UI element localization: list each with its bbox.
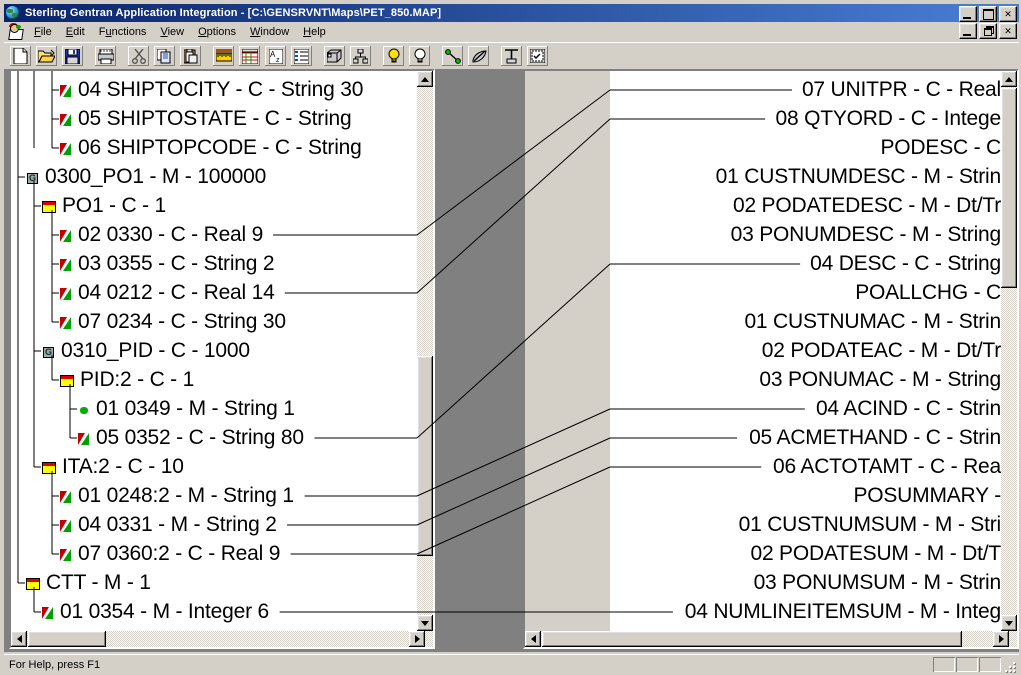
lightbulb-on-icon[interactable] [381, 44, 406, 68]
status-pane-2 [956, 657, 978, 672]
status-pane-1 [933, 657, 955, 672]
target-vscroll-thumb[interactable] [1001, 88, 1017, 288]
globe-icon [6, 6, 22, 20]
mdi-document-icon[interactable] [7, 22, 25, 40]
target-vscroll-down-button[interactable] [1001, 615, 1017, 631]
menu-window[interactable]: Window [243, 24, 296, 40]
source-vscrollbar[interactable] [417, 71, 433, 631]
application-window: Sterling Gentran Application Integration… [0, 0, 1021, 675]
toolbar: Az [4, 42, 1019, 69]
title-bar: Sterling Gentran Application Integration… [4, 4, 1019, 22]
target-vscrollbar[interactable] [1001, 71, 1017, 631]
menu-bar: File Edit Functions View Options Window … [4, 22, 1019, 41]
sort-az-icon[interactable]: Az [263, 44, 288, 68]
grid-icon[interactable] [237, 44, 262, 68]
mdi-restore-button[interactable] [979, 23, 997, 39]
source-hscroll-right-button[interactable] [409, 631, 425, 647]
close-button[interactable]: ✕ [999, 6, 1017, 22]
menu-view[interactable]: View [153, 24, 191, 40]
status-pane-3 [979, 657, 1001, 672]
ruler-icon[interactable] [211, 44, 236, 68]
status-indicator-panes [933, 657, 1001, 672]
save-disk-icon[interactable] [60, 44, 85, 68]
source-hscroll-thumb[interactable] [28, 631, 106, 647]
new-icon[interactable] [8, 44, 33, 68]
lightbulb-off-icon[interactable] [407, 44, 432, 68]
mdi-client-area: 04 SHIPTOCITY - C - String 30 05 SHIPTOST… [4, 69, 1019, 652]
source-vscroll-up-button[interactable] [417, 71, 433, 87]
unlink-icon[interactable] [466, 44, 491, 68]
source-hscrollbar[interactable] [11, 631, 433, 647]
window-controls: ✕ [959, 6, 1017, 22]
mdi-minimize-button[interactable] [959, 23, 977, 39]
source-vscroll-thumb[interactable] [417, 356, 433, 556]
copy-icon[interactable] [152, 44, 177, 68]
print-icon[interactable] [93, 44, 118, 68]
link-nodes-icon[interactable] [440, 44, 465, 68]
paste-clipboard-icon[interactable] [178, 44, 203, 68]
database-icon[interactable] [322, 44, 347, 68]
target-link-stubs [610, 89, 805, 613]
target-hscroll-thumb[interactable] [542, 631, 962, 647]
status-bar: For Help, press F1 [4, 654, 1019, 675]
menu-help[interactable]: Help [296, 24, 333, 40]
source-link-stubs [273, 234, 417, 613]
target-pane: 07 UNITPR - C - Real 08 QTYORD - C - Inte… [523, 69, 1019, 649]
menu-functions[interactable]: Functions [92, 24, 154, 40]
source-tree[interactable]: 04 SHIPTOCITY - C - String 30 05 SHIPTOST… [11, 71, 417, 631]
resize-grip[interactable] [1003, 660, 1017, 674]
list-details-icon[interactable] [289, 44, 314, 68]
source-hscroll-left-button[interactable] [11, 631, 27, 647]
source-vscroll-down-button[interactable] [417, 615, 433, 631]
window-title: Sterling Gentran Application Integration… [25, 7, 442, 19]
target-hscrollbar[interactable] [525, 631, 1017, 647]
target-hscroll-left-button[interactable] [525, 631, 541, 647]
hierarchy-icon[interactable] [348, 44, 373, 68]
mdi-child-window-controls: ✕ [959, 23, 1017, 39]
source-pane: 04 SHIPTOCITY - C - String 30 05 SHIPTOST… [9, 69, 435, 649]
target-tree[interactable]: 07 UNITPR - C - Real 08 QTYORD - C - Inte… [610, 71, 1001, 631]
maximize-button[interactable] [979, 6, 997, 22]
compile-icon[interactable] [499, 44, 524, 68]
menu-options[interactable]: Options [191, 24, 243, 40]
svg-text:z: z [276, 57, 280, 64]
target-hscroll-right-button[interactable] [993, 631, 1009, 647]
minimize-button[interactable] [959, 6, 977, 22]
status-message: For Help, press F1 [9, 659, 101, 671]
cut-scissors-icon[interactable] [126, 44, 151, 68]
validate-icon[interactable] [525, 44, 550, 68]
menu-file[interactable]: File [27, 24, 59, 40]
menu-edit[interactable]: Edit [59, 24, 92, 40]
open-folder-icon[interactable] [34, 44, 59, 68]
mdi-close-button[interactable]: ✕ [999, 23, 1017, 39]
target-vscroll-up-button[interactable] [1001, 71, 1017, 87]
